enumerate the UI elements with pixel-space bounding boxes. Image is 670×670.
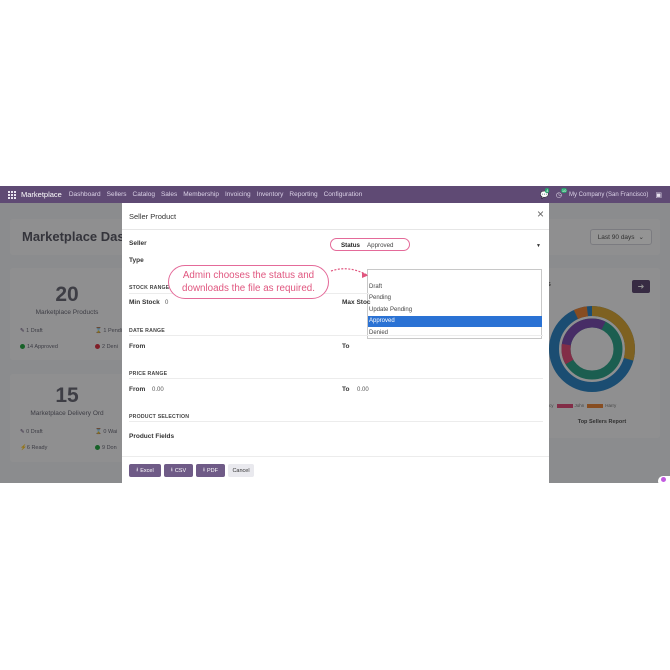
dialog-title: Seller Product <box>129 212 177 221</box>
nav-configuration[interactable]: Configuration <box>324 191 363 198</box>
download-icon: ⭳ <box>136 467 139 473</box>
app-brand[interactable]: Marketplace <box>21 190 62 199</box>
date-from-label: From <box>129 343 146 350</box>
section-divider <box>129 335 543 336</box>
download-icon: ⭳ <box>170 467 173 473</box>
download-icon: ⭳ <box>203 467 205 473</box>
status-option-draft[interactable]: Draft <box>368 282 542 293</box>
status-label: Status <box>341 241 360 249</box>
annotation-callout: Admin chooses the status and downloads t… <box>168 265 329 299</box>
export-excel-button[interactable]: ⭳ Excel <box>129 464 161 477</box>
price-to-label: To <box>342 386 350 393</box>
status-option-approved[interactable]: Approved <box>368 316 542 327</box>
nav-invoicing[interactable]: Invoicing <box>225 191 251 198</box>
navbar-systray: 💬 4 ◷ 10 My Company (San Francisco) ▣ <box>540 186 662 203</box>
price-from-label: From <box>129 386 146 393</box>
seller-label: Seller <box>129 240 147 247</box>
apps-menu-icon[interactable] <box>8 190 16 199</box>
company-switcher[interactable]: My Company (San Francisco) <box>569 192 648 198</box>
user-avatar-icon[interactable]: ▣ <box>655 191 662 199</box>
dialog-header: Seller Product × <box>122 203 549 230</box>
annotation-arrow-icon <box>330 268 368 278</box>
status-option-pending[interactable]: Pending <box>368 293 542 304</box>
date-to-label: To <box>342 343 350 350</box>
product-fields-label: Product Fields <box>129 433 175 440</box>
status-option-update-pending[interactable]: Update Pending <box>368 305 542 316</box>
section-divider <box>129 378 543 379</box>
close-icon[interactable]: × <box>537 208 544 220</box>
nav-sales[interactable]: Sales <box>161 191 177 198</box>
nav-sellers[interactable]: Sellers <box>107 191 127 198</box>
dialog-footer-divider <box>122 456 549 457</box>
status-value: Approved <box>367 242 394 249</box>
date-range-heading: DATE RANGE <box>129 328 165 334</box>
product-selection-heading: PRODUCT SELECTION <box>129 414 190 420</box>
export-pdf-button[interactable]: ⭳ PDF <box>196 464 225 477</box>
chat-badge: 4 <box>545 187 550 193</box>
section-divider <box>129 421 543 422</box>
floating-chat-icon[interactable] <box>658 476 670 483</box>
status-dropdown-list: Draft Pending Update Pending Approved De… <box>367 269 542 339</box>
status-option-denied[interactable]: Denied <box>368 328 542 339</box>
status-select[interactable]: Status Approved <box>330 238 410 251</box>
nav-inventory[interactable]: Inventory <box>257 191 284 198</box>
type-label: Type <box>129 257 144 264</box>
nav-membership[interactable]: Membership <box>183 191 219 198</box>
price-to-input[interactable]: 0.00 <box>357 387 369 393</box>
max-stock-label: Max Stoc <box>342 299 371 306</box>
price-from-input[interactable]: 0.00 <box>152 387 164 393</box>
seller-product-dialog: Seller Product × Seller Type Status Appr… <box>122 203 549 483</box>
caret-down-icon[interactable]: ▼ <box>536 243 541 249</box>
stock-range-heading: STOCK RANGE <box>129 285 170 291</box>
nav-dashboard[interactable]: Dashboard <box>69 191 101 198</box>
top-navbar: Marketplace Dashboard Sellers Catalog Sa… <box>0 186 670 203</box>
price-range-heading: PRICE RANGE <box>129 371 168 377</box>
min-stock-label: Min Stock <box>129 299 160 306</box>
activity-icon[interactable]: ◷ 10 <box>556 187 568 199</box>
nav-reporting[interactable]: Reporting <box>289 191 317 198</box>
annotation-line-2: downloads the file as required. <box>182 283 315 294</box>
nav-catalog[interactable]: Catalog <box>133 191 155 198</box>
min-stock-input[interactable]: 0 <box>165 300 168 306</box>
app-screenshot: Marketplace Dashboard Sellers Catalog Sa… <box>0 186 670 483</box>
status-option-empty[interactable] <box>368 271 542 282</box>
export-csv-button[interactable]: ⭳ CSV <box>164 464 193 477</box>
activity-badge: 10 <box>560 187 568 193</box>
chat-icon[interactable]: 💬 4 <box>540 187 550 199</box>
annotation-line-1: Admin chooses the status and <box>182 270 315 281</box>
cancel-button[interactable]: Cancel <box>228 464 254 477</box>
